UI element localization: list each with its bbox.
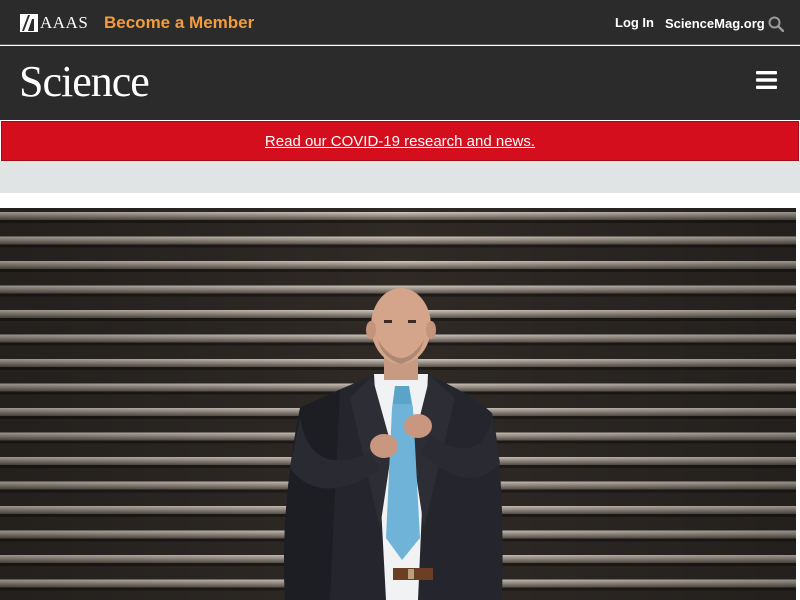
masthead: Science	[0, 46, 800, 120]
login-link[interactable]: Log In	[615, 15, 654, 30]
hero-image[interactable]	[0, 208, 796, 600]
aaas-logo-text: AAAS	[40, 13, 89, 32]
aaas-logo[interactable]: AAAS	[20, 13, 88, 33]
top-utility-bar: AAAS Become a Member Log In ScienceMag.o…	[0, 0, 800, 45]
ad-placeholder-strip	[0, 161, 800, 193]
hamburger-menu-icon[interactable]	[756, 71, 777, 89]
science-logo[interactable]: Science	[19, 60, 150, 104]
hero-photo-man-adjusting-tie	[0, 208, 796, 600]
search-icon[interactable]	[768, 16, 784, 32]
sciencemag-link[interactable]: ScienceMag.org	[665, 16, 765, 31]
covid-banner: Read our COVID-19 research and news.	[1, 121, 799, 161]
aaas-mark-icon	[20, 14, 38, 32]
become-member-link[interactable]: Become a Member	[104, 13, 254, 33]
covid-research-link[interactable]: Read our COVID-19 research and news.	[265, 133, 535, 150]
